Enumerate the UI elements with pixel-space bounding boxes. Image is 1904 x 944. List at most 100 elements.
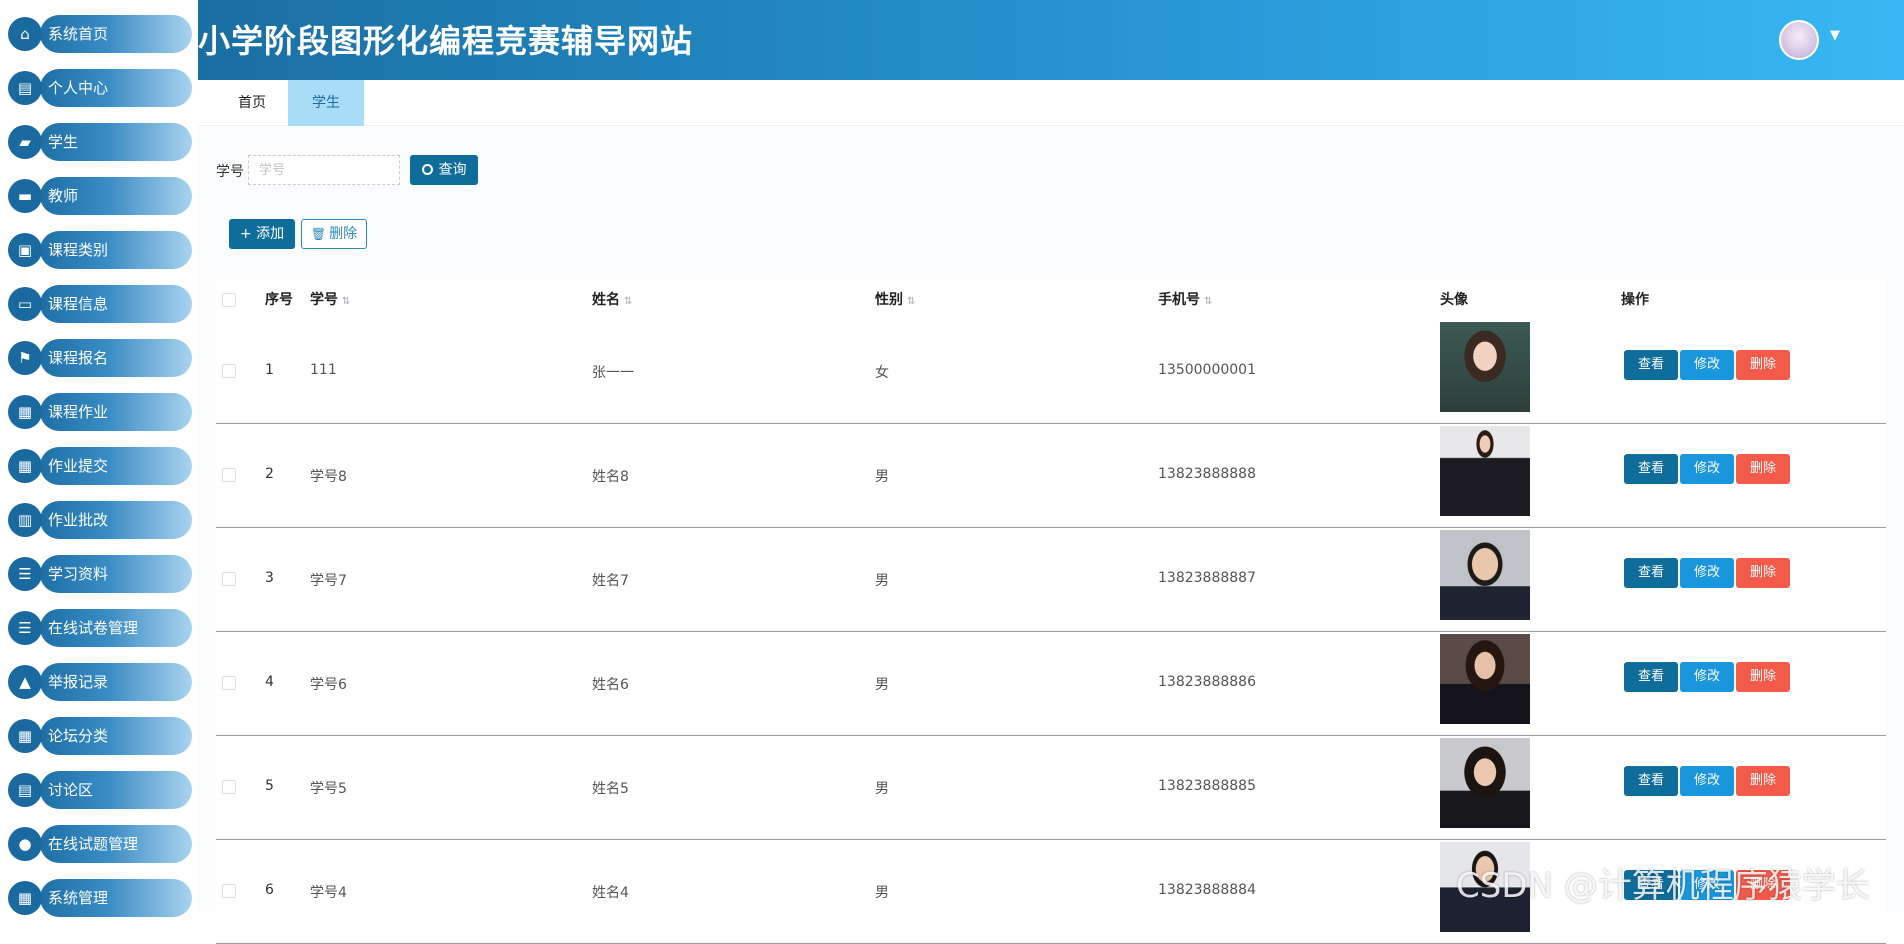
tab-student[interactable]: 学生 xyxy=(288,80,364,126)
sidebar-item-label: 作业提交 xyxy=(48,457,109,475)
main-content: 学号 查询 + 添加 🗑删除 序号 学号⇅ 姓名⇅ 性别⇅ 手机号⇅ 头像 操作… xyxy=(198,127,1904,944)
delete-button[interactable]: 删除 xyxy=(1736,558,1790,588)
cell-gender: 女 xyxy=(875,365,889,381)
sidebar-item[interactable]: ☰ 在线试卷管理 xyxy=(8,609,192,647)
briefcase-icon: ▥ xyxy=(8,503,42,537)
sidebar-item[interactable]: ▬ 教师 xyxy=(8,177,192,215)
sidebar-item[interactable]: ● 在线试题管理 xyxy=(8,825,192,863)
caret-down-icon[interactable]: ▼ xyxy=(1830,28,1840,43)
view-button[interactable]: 查看 xyxy=(1624,766,1678,796)
delete-button[interactable]: 删除 xyxy=(1736,662,1790,692)
avatar-photo xyxy=(1440,322,1530,412)
row-checkbox[interactable] xyxy=(222,364,236,378)
col-student-id-label: 学号 xyxy=(310,292,338,308)
tab-bar: 首页 学生 xyxy=(198,80,1904,126)
sidebar-item-label: 在线试卷管理 xyxy=(48,619,139,637)
sidebar-item[interactable]: ▲ 举报记录 xyxy=(8,663,192,701)
batch-delete-button[interactable]: 🗑 删除 xyxy=(301,219,367,249)
cell-phone: 13500000001 xyxy=(1158,362,1256,378)
inbox-icon: ▬ xyxy=(8,179,42,213)
sidebar-item-label: 作业批改 xyxy=(48,511,109,529)
view-button[interactable]: 查看 xyxy=(1624,350,1678,380)
watermark: CSDN @计算机程序猿学长 xyxy=(1456,866,1870,906)
user-avatar[interactable] xyxy=(1779,20,1819,60)
sidebar-item-label: 举报记录 xyxy=(48,673,109,691)
cell-index: 5 xyxy=(265,778,274,794)
view-button[interactable]: 查看 xyxy=(1624,558,1678,588)
sidebar-item[interactable]: ▦ 系统管理 xyxy=(8,879,192,917)
avatar-photo xyxy=(1440,738,1530,828)
delete-button[interactable]: 删除 xyxy=(1736,454,1790,484)
cell-gender: 男 xyxy=(875,573,889,589)
edit-button[interactable]: 修改 xyxy=(1680,350,1734,380)
sidebar-item-label: 课程类别 xyxy=(48,241,109,259)
cell-index: 2 xyxy=(265,466,274,482)
search-icon xyxy=(421,164,433,175)
col-student-id[interactable]: 学号 ⇅ xyxy=(310,280,350,322)
edit-button[interactable]: 修改 xyxy=(1680,454,1734,484)
sidebar-item[interactable]: ▥ 作业批改 xyxy=(8,501,192,539)
tab-home[interactable]: 首页 xyxy=(214,80,290,126)
trash-icon: 🗑 xyxy=(310,227,327,241)
search-button-label: 查询 xyxy=(438,162,467,178)
avatar-photo xyxy=(1440,426,1530,516)
sidebar-item[interactable]: ▰ 学生 xyxy=(8,123,192,161)
chat-icon: ▰ xyxy=(8,125,42,159)
view-button[interactable]: 查看 xyxy=(1624,454,1678,484)
cell-name: 张一一 xyxy=(592,365,634,381)
table-row: 5 学号5 姓名5 男 13823888885 查看 修改 删除 xyxy=(216,736,1886,840)
cell-name: 姓名6 xyxy=(592,677,629,693)
cell-gender: 男 xyxy=(875,885,889,901)
cell-index: 4 xyxy=(265,674,274,690)
cell-phone: 13823888887 xyxy=(1158,570,1256,586)
sidebar-item-label: 课程信息 xyxy=(48,295,109,313)
col-gender[interactable]: 性别 ⇅ xyxy=(875,280,915,322)
select-all-checkbox[interactable] xyxy=(222,293,236,307)
sidebar-item[interactable]: ☰ 学习资料 xyxy=(8,555,192,593)
row-checkbox[interactable] xyxy=(222,780,236,794)
cell-phone: 13823888888 xyxy=(1158,466,1256,482)
sidebar-item[interactable]: ▭ 课程信息 xyxy=(8,285,192,323)
row-checkbox[interactable] xyxy=(222,468,236,482)
col-name[interactable]: 姓名 ⇅ xyxy=(592,280,632,322)
sidebar-item[interactable]: ▦ 论坛分类 xyxy=(8,717,192,755)
sidebar-item[interactable]: ⚑ 课程报名 xyxy=(8,339,192,377)
list-icon: ☰ xyxy=(8,611,42,645)
row-checkbox[interactable] xyxy=(222,676,236,690)
sidebar-item[interactable]: ⌂ 系统首页 xyxy=(8,15,192,53)
cell-index: 6 xyxy=(265,882,274,898)
cell-gender: 男 xyxy=(875,469,889,485)
sidebar-item[interactable]: ▤ 讨论区 xyxy=(8,771,192,809)
cell-student-id: 111 xyxy=(310,362,337,378)
sidebar-item[interactable]: ▦ 作业提交 xyxy=(8,447,192,485)
avatar-photo xyxy=(1440,530,1530,620)
view-button[interactable]: 查看 xyxy=(1624,662,1678,692)
col-phone[interactable]: 手机号 ⇅ xyxy=(1158,280,1212,322)
cell-gender: 男 xyxy=(875,781,889,797)
row-checkbox[interactable] xyxy=(222,572,236,586)
sort-icon: ⇅ xyxy=(907,296,916,307)
delete-button[interactable]: 删除 xyxy=(1736,766,1790,796)
col-name-label: 姓名 xyxy=(592,292,620,308)
edit-button[interactable]: 修改 xyxy=(1680,766,1734,796)
edit-button[interactable]: 修改 xyxy=(1680,662,1734,692)
search-button[interactable]: 查询 xyxy=(410,155,478,185)
edit-button[interactable]: 修改 xyxy=(1680,558,1734,588)
table-row: 2 学号8 姓名8 男 13823888888 查看 修改 删除 xyxy=(216,424,1886,528)
sidebar-item-label: 系统首页 xyxy=(48,25,109,43)
sidebar-item[interactable]: ▤ 个人中心 xyxy=(8,69,192,107)
sidebar-item-label: 个人中心 xyxy=(48,79,109,97)
sidebar-item[interactable]: ▣ 课程类别 xyxy=(8,231,192,269)
home-icon: ⌂ xyxy=(8,17,42,51)
add-button[interactable]: + 添加 xyxy=(229,219,295,249)
sidebar-item-label: 教师 xyxy=(48,187,79,205)
student-id-search-input[interactable] xyxy=(248,155,400,185)
cell-index: 1 xyxy=(265,362,274,378)
col-phone-label: 手机号 xyxy=(1158,292,1200,308)
sidebar-item-label: 学习资料 xyxy=(48,565,109,583)
table-row: 3 学号7 姓名7 男 13823888887 查看 修改 删除 xyxy=(216,528,1886,632)
delete-button[interactable]: 删除 xyxy=(1736,350,1790,380)
sidebar-item[interactable]: ▦ 课程作业 xyxy=(8,393,192,431)
batch-delete-label: 删除 xyxy=(329,226,358,242)
row-checkbox[interactable] xyxy=(222,884,236,898)
